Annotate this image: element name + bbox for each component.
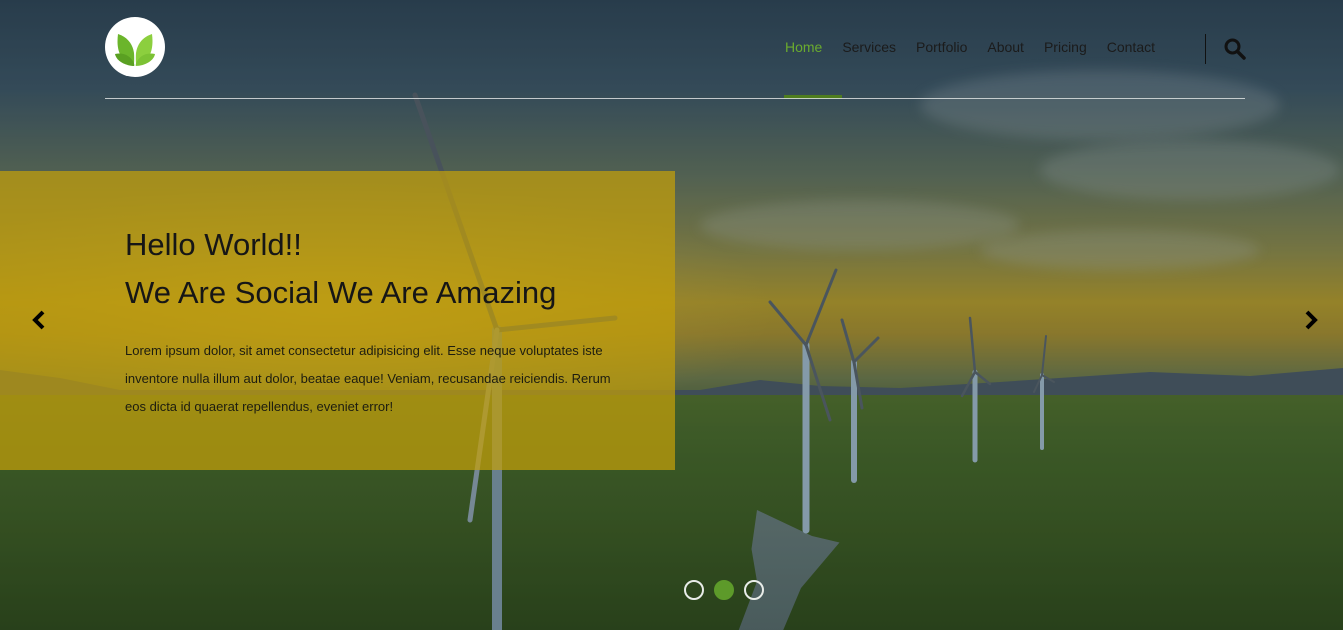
nav-item-portfolio[interactable]: Portfolio — [906, 38, 977, 56]
carousel-next-button[interactable] — [1299, 308, 1323, 332]
nav-item-pricing[interactable]: Pricing — [1034, 38, 1097, 56]
site-header: Home Services Portfolio About Pricing Co… — [105, 0, 1247, 99]
hero-title-line1: Hello World!! — [125, 227, 302, 262]
search-button[interactable] — [1223, 37, 1247, 61]
site-logo[interactable] — [105, 17, 165, 77]
hero-title-line2: We Are Social We Are Amazing — [125, 275, 557, 310]
carousel-dot-2[interactable] — [714, 580, 734, 600]
leaf-icon — [115, 34, 155, 66]
nav-divider — [1205, 34, 1206, 64]
header-divider-line — [105, 98, 1245, 99]
carousel-indicators — [684, 580, 764, 600]
hero-description: Lorem ipsum dolor, sit amet consectetur … — [125, 343, 611, 414]
carousel-prev-button[interactable] — [27, 308, 51, 332]
nav-item-services[interactable]: Services — [832, 38, 906, 56]
nav-item-about[interactable]: About — [977, 38, 1034, 56]
chevron-right-icon — [1305, 310, 1318, 330]
carousel-dot-1[interactable] — [684, 580, 704, 600]
chevron-left-icon — [32, 310, 45, 330]
nav-item-home[interactable]: Home — [775, 38, 832, 56]
main-nav: Home Services Portfolio About Pricing Co… — [775, 38, 1165, 56]
nav-item-contact[interactable]: Contact — [1097, 38, 1165, 56]
search-icon — [1224, 38, 1246, 60]
carousel-dot-3[interactable] — [744, 580, 764, 600]
hero-caption-box — [0, 171, 675, 470]
